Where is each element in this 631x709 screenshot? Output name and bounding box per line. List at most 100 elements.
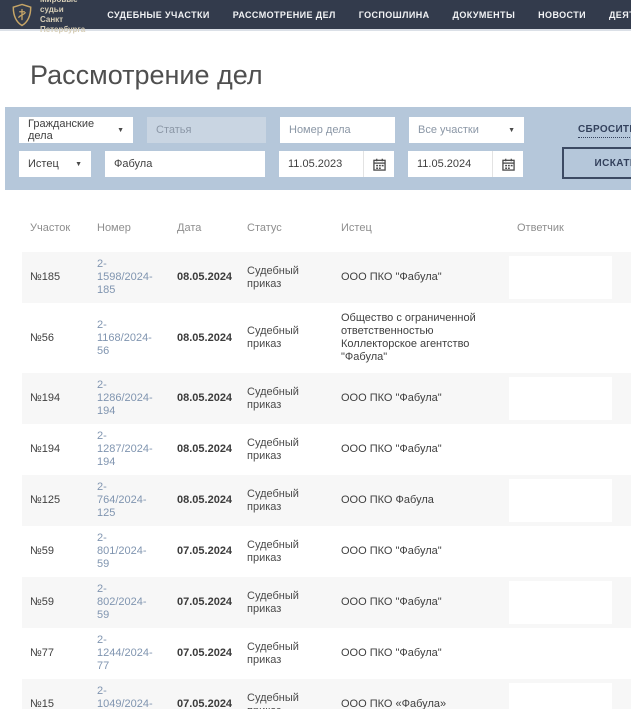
status-cell: Судебный приказ xyxy=(239,533,333,571)
district-cell: №56 xyxy=(22,326,89,351)
district-cell: №194 xyxy=(22,437,89,462)
status-cell: Судебный приказ xyxy=(239,584,333,622)
case-number-field xyxy=(280,117,395,143)
district-select[interactable]: Все участки ▼ xyxy=(409,117,524,143)
redaction-box xyxy=(509,307,612,369)
table-row: №77 2-1244/2024-77 07.05.2024 Судебный п… xyxy=(22,628,631,679)
respondent-cell xyxy=(509,252,631,303)
date-cell: 07.05.2024 xyxy=(169,692,239,709)
redaction-box xyxy=(509,428,612,471)
chevron-down-icon: ▼ xyxy=(508,127,515,134)
party-role-select[interactable]: Истец ▼ xyxy=(19,151,91,177)
nav-item-case-review[interactable]: РАССМОТРЕНИЕ ДЕЛ xyxy=(233,10,336,20)
nav-item-documents[interactable]: ДОКУМЕНТЫ xyxy=(453,10,516,20)
number-cell: 2-802/2024-59 xyxy=(89,577,169,628)
date-cell: 08.05.2024 xyxy=(169,386,239,411)
district-cell: №185 xyxy=(22,265,89,290)
nav-item-court-districts[interactable]: СУДЕБНЫЕ УЧАСТКИ xyxy=(107,10,210,20)
table-body: №185 2-1598/2024-185 08.05.2024 Судебный… xyxy=(22,252,631,709)
respondent-cell xyxy=(509,628,631,679)
case-number-link[interactable]: 2-801/2024-59 xyxy=(97,532,153,571)
page-title: Рассмотрение дел xyxy=(30,60,631,91)
date-cell: 08.05.2024 xyxy=(169,488,239,513)
article-input xyxy=(147,117,266,143)
number-cell: 2-1286/2024-194 xyxy=(89,373,169,424)
plaintiff-cell: ООО ПКО "Фабула" xyxy=(333,265,509,290)
reset-filters-link[interactable]: СБРОСИТЬ ФИЛЬТРЫ xyxy=(578,124,631,138)
case-type-select[interactable]: Гражданские дела ▼ xyxy=(19,117,133,143)
table-row: №185 2-1598/2024-185 08.05.2024 Судебный… xyxy=(22,252,631,303)
col-header-plaintiff: Истец xyxy=(333,218,509,252)
number-cell: 2-764/2024-125 xyxy=(89,475,169,526)
brand-text[interactable]: Мировые судьи Санкт Петербурга xyxy=(40,0,85,35)
district-value: Все участки xyxy=(418,124,479,136)
nav-item-state-duty[interactable]: ГОСПОШЛИНА xyxy=(359,10,430,20)
table-row: №56 2-1168/2024-56 08.05.2024 Судебный п… xyxy=(22,303,631,373)
case-number-link[interactable]: 2-1049/2024-15 xyxy=(97,685,153,709)
number-cell: 2-1049/2024-15 xyxy=(89,679,169,709)
cases-table: Участок Номер Дата Статус Истец Ответчик… xyxy=(22,218,631,709)
table-row: №59 2-801/2024-59 07.05.2024 Судебный пр… xyxy=(22,526,631,577)
district-cell: №15 xyxy=(22,692,89,709)
status-cell: Судебный приказ xyxy=(239,635,333,673)
date-from-input[interactable] xyxy=(279,151,363,177)
plaintiff-cell: ООО ПКО "Фабула" xyxy=(333,386,509,411)
table-row: №125 2-764/2024-125 08.05.2024 Судебный … xyxy=(22,475,631,526)
number-cell: 2-1287/2024-194 xyxy=(89,424,169,475)
nav-item-news[interactable]: НОВОСТИ xyxy=(538,10,586,20)
calendar-icon[interactable] xyxy=(363,151,394,177)
site-logo[interactable] xyxy=(11,3,33,27)
district-cell: №77 xyxy=(22,641,89,666)
redaction-box xyxy=(509,581,612,624)
plaintiff-cell: ООО ПКО "Фабула" xyxy=(333,641,509,666)
filter-panel: Гражданские дела ▼ Все участки ▼ Истец ▼ xyxy=(5,107,631,190)
brand-line2: Санкт Петербурга xyxy=(40,15,85,35)
case-number-link[interactable]: 2-764/2024-125 xyxy=(97,481,153,520)
party-role-value: Истец xyxy=(28,158,59,170)
calendar-icon[interactable] xyxy=(492,151,523,177)
case-number-link[interactable]: 2-1287/2024-194 xyxy=(97,430,153,469)
respondent-cell xyxy=(509,424,631,475)
case-number-link[interactable]: 2-1286/2024-194 xyxy=(97,379,153,418)
chevron-down-icon: ▼ xyxy=(117,127,124,134)
case-number-link[interactable]: 2-1244/2024-77 xyxy=(97,634,153,673)
number-cell: 2-801/2024-59 xyxy=(89,526,169,577)
main-nav: СУДЕБНЫЕ УЧАСТКИ РАССМОТРЕНИЕ ДЕЛ ГОСПОШ… xyxy=(107,10,631,20)
table-row: №59 2-802/2024-59 07.05.2024 Судебный пр… xyxy=(22,577,631,628)
redaction-box xyxy=(509,530,612,573)
respondent-cell xyxy=(509,526,631,577)
redaction-box xyxy=(509,377,612,420)
case-number-input[interactable] xyxy=(280,117,395,143)
case-number-link[interactable]: 2-1168/2024-56 xyxy=(97,319,153,358)
date-to-input[interactable] xyxy=(408,151,492,177)
redaction-box xyxy=(509,256,612,299)
col-header-status: Статус xyxy=(239,218,333,252)
respondent-cell xyxy=(509,373,631,424)
number-cell: 2-1598/2024-185 xyxy=(89,252,169,303)
respondent-cell xyxy=(509,475,631,526)
case-number-link[interactable]: 2-802/2024-59 xyxy=(97,583,153,622)
date-cell: 07.05.2024 xyxy=(169,539,239,564)
search-button[interactable]: ИСКАТЬ xyxy=(562,147,631,179)
nav-item-activity[interactable]: ДЕЯТЕЛЬНОСТЬ xyxy=(609,10,631,20)
party-name-field xyxy=(105,151,265,177)
number-cell: 2-1244/2024-77 xyxy=(89,628,169,679)
article-field xyxy=(147,117,266,143)
respondent-cell xyxy=(509,679,631,709)
plaintiff-cell: ООО ПКО "Фабула" xyxy=(333,539,509,564)
case-number-link[interactable]: 2-1598/2024-185 xyxy=(97,258,153,297)
party-name-input[interactable] xyxy=(105,151,265,177)
date-to-field xyxy=(408,151,523,177)
chevron-down-icon: ▼ xyxy=(75,161,82,168)
plaintiff-cell: Общество с ограниченной ответственностью… xyxy=(333,306,509,370)
district-cell: №125 xyxy=(22,488,89,513)
status-cell: Судебный приказ xyxy=(239,431,333,469)
date-from-field xyxy=(279,151,394,177)
logo-shield-icon xyxy=(11,3,33,27)
table-row: №194 2-1287/2024-194 08.05.2024 Судебный… xyxy=(22,424,631,475)
header: Мировые судьи Санкт Петербурга СУДЕБНЫЕ … xyxy=(0,0,631,31)
plaintiff-cell: ООО ПКО «Фабула» xyxy=(333,692,509,709)
number-cell: 2-1168/2024-56 xyxy=(89,313,169,364)
plaintiff-cell: ООО ПКО Фабула xyxy=(333,488,509,513)
date-cell: 08.05.2024 xyxy=(169,437,239,462)
